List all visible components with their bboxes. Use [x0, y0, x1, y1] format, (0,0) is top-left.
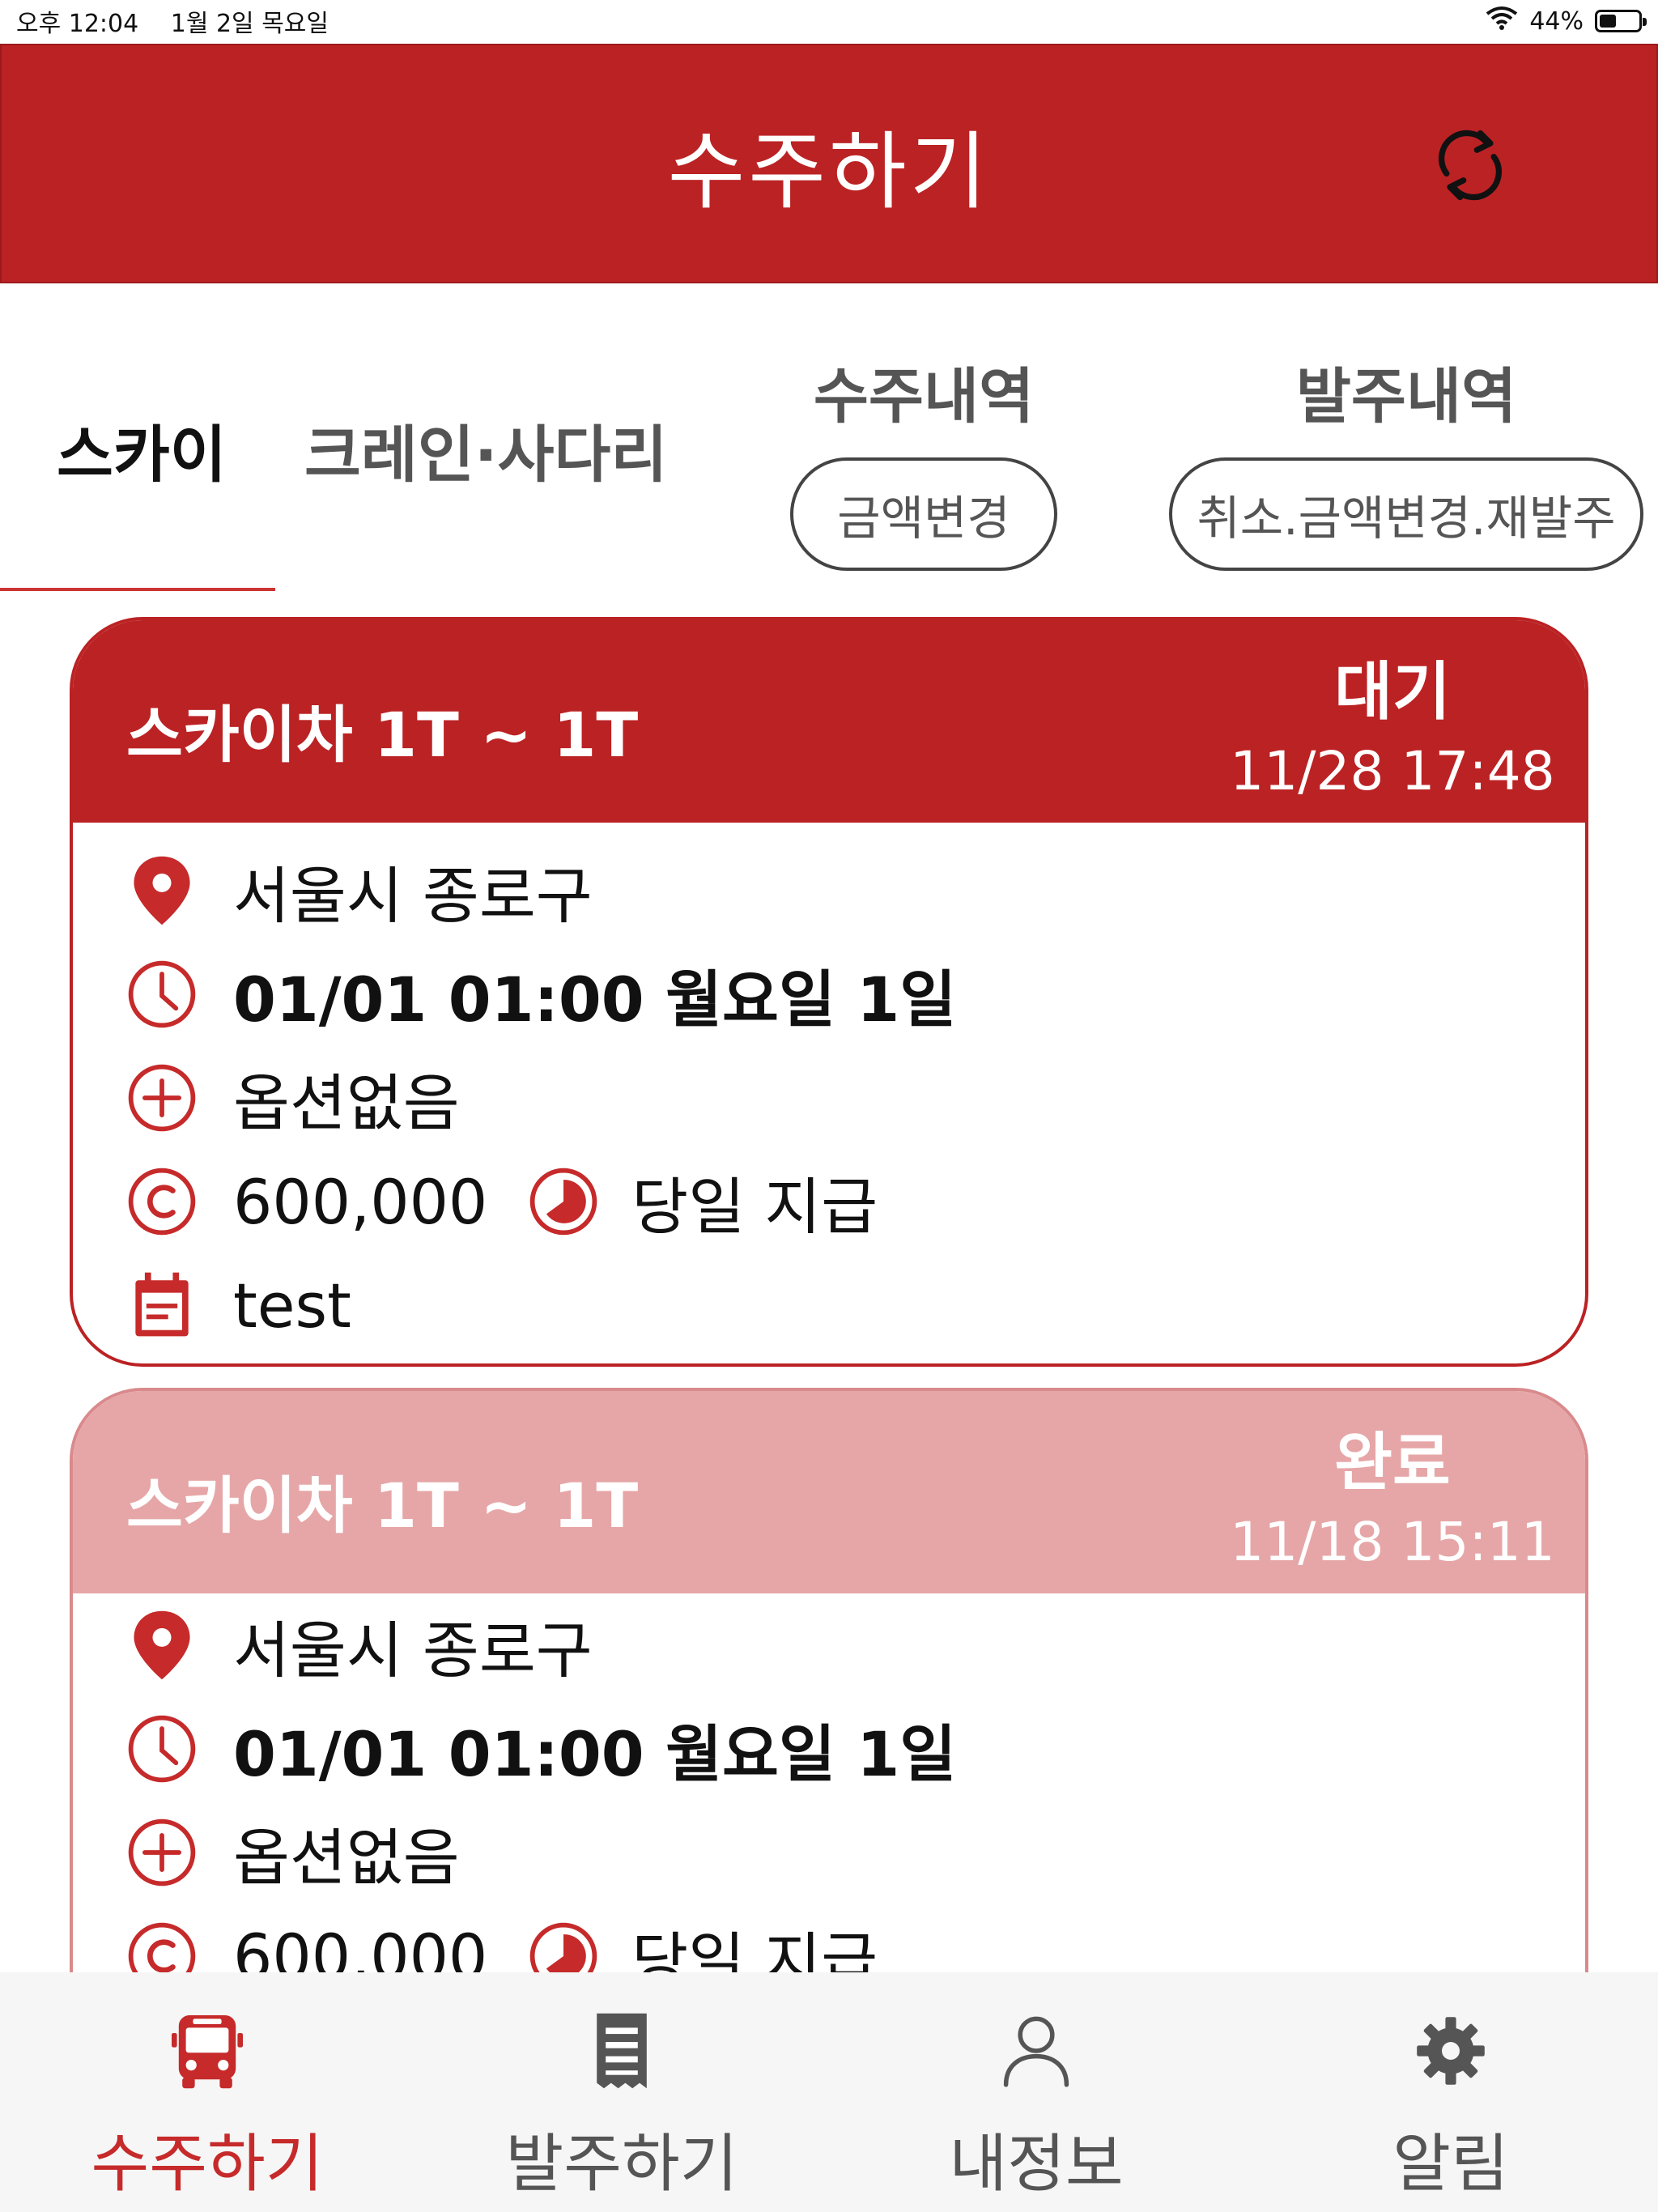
- nav-place-order[interactable]: 발주하기: [414, 1972, 829, 2212]
- page-title: 수주하기: [667, 121, 991, 221]
- card-header: 스카이차 1T ~ 1T 대기 11/28 17:48: [73, 620, 1585, 823]
- schedule-row: 01/01 01:00 월요일 1일: [123, 942, 1585, 1046]
- bottom-nav: 수주하기 발주하기 내정보 알림: [0, 1972, 1658, 2212]
- status-date: 1월 2일 목요일: [170, 10, 329, 38]
- card-body: 서울시 종로구 01/01 01:00 월요일 1일 옵션없음 600,000 …: [73, 823, 1585, 1357]
- nav-label: 알림: [1392, 2128, 1509, 2201]
- refresh-icon: [1439, 130, 1502, 201]
- options-text: 옵션없음: [233, 1822, 460, 1894]
- payment-text: 당일 지급: [631, 1171, 878, 1243]
- options-text: 옵션없음: [233, 1067, 460, 1139]
- options-row: 옵션없음: [123, 1801, 1585, 1904]
- placement-history-section: 발주내역 취소.금액변경.재발주: [1169, 348, 1643, 571]
- cancel-change-reorder-button[interactable]: 취소.금액변경.재발주: [1169, 457, 1643, 571]
- tab-sky[interactable]: 스카이: [57, 405, 227, 494]
- card-header: 스카이차 1T ~ 1T 완료 11/18 15:11: [73, 1391, 1585, 1593]
- status-badge: 완료: [1334, 1427, 1451, 1499]
- location-pin-icon: [123, 852, 201, 929]
- order-history-section: 수주내역 금액변경: [790, 348, 1057, 571]
- user-icon: [992, 2006, 1081, 2095]
- clock-icon: [123, 1710, 201, 1788]
- plus-circle-icon: [123, 1059, 201, 1137]
- plus-circle-icon: [123, 1814, 201, 1891]
- battery-percent: 44%: [1529, 6, 1584, 36]
- nav-label: 수주하기: [91, 2128, 324, 2201]
- card-title: 스카이차 1T ~ 1T: [126, 1470, 639, 1542]
- clock-icon: [123, 955, 201, 1033]
- location-text: 서울시 종로구: [233, 1614, 593, 1687]
- options-row: 옵션없음: [123, 1046, 1585, 1150]
- memo-text: test: [233, 1269, 351, 1342]
- card-timestamp: 11/28 17:48: [1230, 740, 1555, 802]
- order-card[interactable]: 스카이차 1T ~ 1T 대기 11/28 17:48 서울시 종로구 01/0…: [70, 617, 1588, 1367]
- card-body: 서울시 종로구 01/01 01:00 월요일 1일 옵션없음 600,000 …: [73, 1593, 1585, 2008]
- card-timestamp: 11/18 15:11: [1230, 1511, 1555, 1573]
- status-badge: 대기: [1334, 656, 1451, 729]
- price-text: 600,000: [233, 1165, 488, 1238]
- app-header: 수주하기: [0, 44, 1658, 283]
- category-tabs: 스카이 크레인·사다리 수주내역 금액변경 발주내역 취소.금액변경.재발주: [0, 324, 1658, 599]
- schedule-text: 01/01 01:00 월요일 1일: [233, 1718, 957, 1790]
- calendar-memo-icon: [123, 1266, 201, 1344]
- location-row: 서울시 종로구: [123, 839, 1585, 942]
- receipt-icon: [577, 2006, 666, 2095]
- status-time: 오후 12:04: [16, 10, 139, 38]
- amount-change-button[interactable]: 금액변경: [790, 457, 1057, 571]
- price-row: 600,000 당일 지급: [123, 1150, 1585, 1253]
- gear-icon: [1406, 2006, 1495, 2095]
- tab-crane-ladder[interactable]: 크레인·사다리: [304, 405, 667, 494]
- placement-history-title[interactable]: 발주내역: [1169, 348, 1643, 435]
- nav-notifications[interactable]: 알림: [1244, 1972, 1658, 2212]
- bus-icon: [163, 2006, 252, 2095]
- location-row: 서울시 종로구: [123, 1593, 1585, 1697]
- nav-receive-order[interactable]: 수주하기: [0, 1972, 414, 2212]
- refresh-button[interactable]: [1428, 123, 1512, 207]
- nav-my-info[interactable]: 내정보: [829, 1972, 1244, 2212]
- location-text: 서울시 종로구: [233, 860, 593, 932]
- nav-label: 발주하기: [505, 2128, 738, 2201]
- location-pin-icon: [123, 1606, 201, 1684]
- price-coin-icon: [123, 1163, 201, 1240]
- nav-label: 내정보: [949, 2128, 1124, 2201]
- battery-icon: [1595, 10, 1647, 32]
- wifi-icon: [1486, 6, 1518, 36]
- schedule-row: 01/01 01:00 월요일 1일: [123, 1697, 1585, 1801]
- status-bar: 오후 12:04 1월 2일 목요일 44%: [0, 0, 1658, 42]
- battery-fill: [1600, 15, 1616, 28]
- schedule-text: 01/01 01:00 월요일 1일: [233, 963, 957, 1036]
- memo-row: test: [123, 1253, 1585, 1357]
- order-history-title[interactable]: 수주내역: [790, 348, 1057, 435]
- payment-timer-icon: [525, 1163, 602, 1240]
- active-tab-indicator: [0, 588, 275, 591]
- card-title: 스카이차 1T ~ 1T: [126, 699, 639, 771]
